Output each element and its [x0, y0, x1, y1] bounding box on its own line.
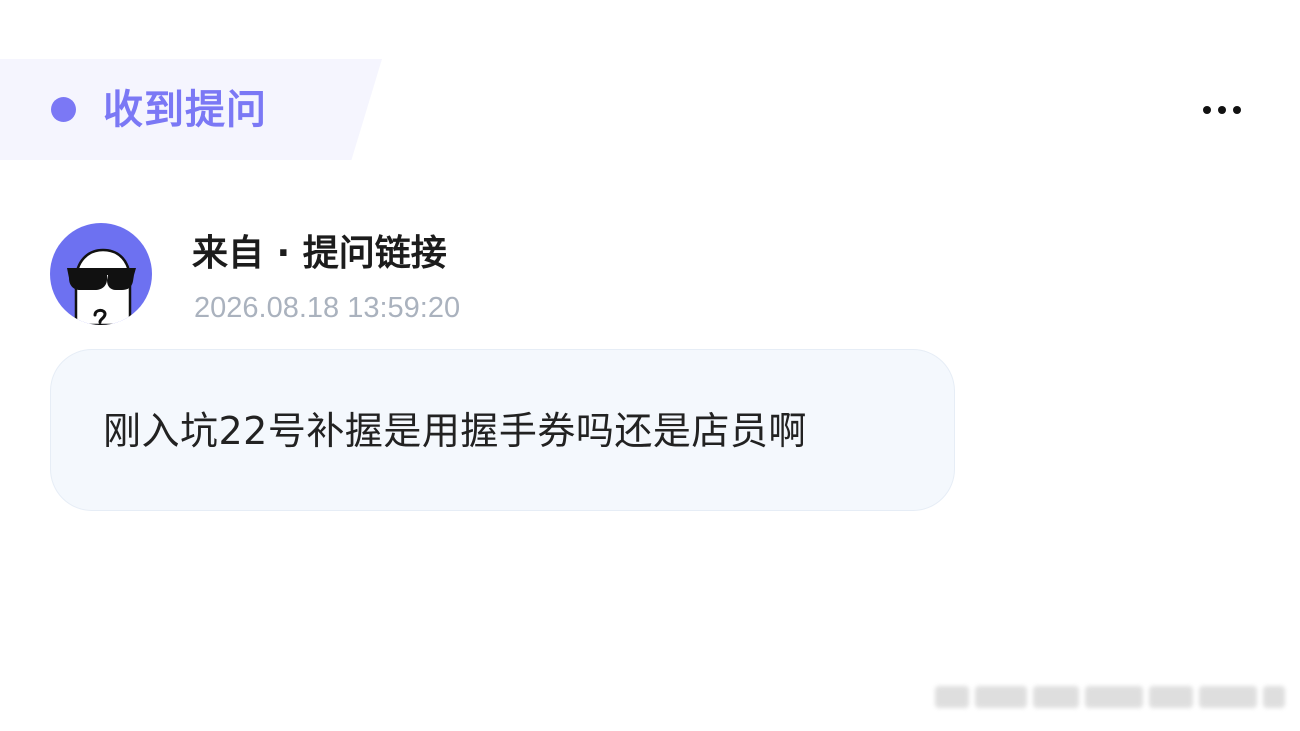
avatar[interactable]: [50, 223, 152, 325]
question-text: 刚入坑22号补握是用握手券吗还是店员啊: [103, 409, 807, 453]
more-dot-icon: [1203, 106, 1211, 114]
sender-label: 来自 · 提问链接: [192, 233, 447, 274]
more-dot-icon: [1218, 106, 1226, 114]
watermark: [935, 680, 1290, 718]
sunglasses-ghost-icon: [67, 248, 136, 325]
timestamp: 2026.08.18 13:59:20: [194, 292, 461, 324]
more-dot-icon: [1233, 106, 1241, 114]
question-bubble[interactable]: 刚入坑22号补握是用握手券吗还是店员啊: [50, 349, 955, 511]
header-dot-icon: [51, 97, 76, 122]
page-title: 收到提问: [103, 87, 267, 133]
question-page: 收到提问 来自 · 提问链接 2026.08.18 13:59:20 刚入坑22…: [0, 0, 1300, 731]
more-options-button[interactable]: [1192, 92, 1252, 128]
